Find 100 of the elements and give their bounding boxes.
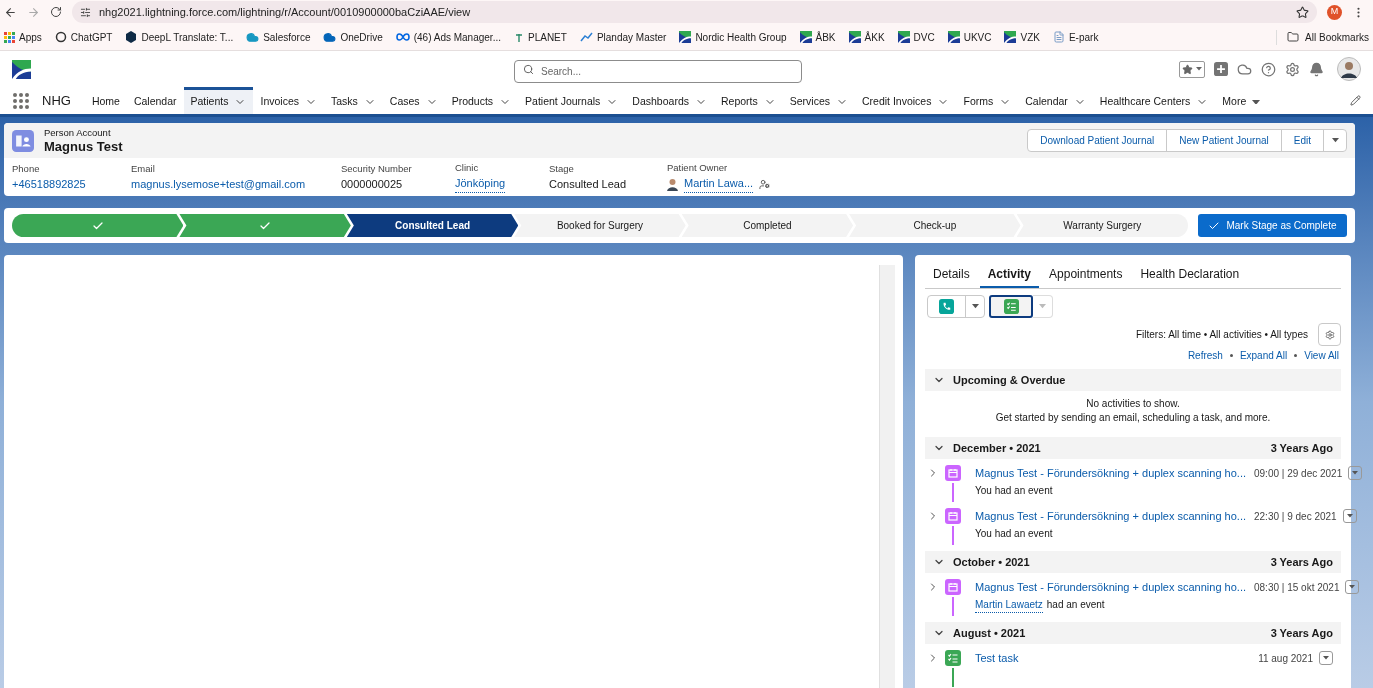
field-link[interactable]: magnus.lysemose+test@gmail.com — [131, 175, 341, 193]
bookmark-link[interactable]: PLANET — [514, 29, 567, 45]
path-stage[interactable]: Completed — [681, 214, 854, 237]
action-button[interactable]: New Patient Journal — [1167, 130, 1282, 151]
star-icon[interactable] — [1296, 5, 1309, 19]
bookmark-link[interactable]: Planday Master — [579, 29, 667, 45]
path-stage[interactable]: Booked for Surgery — [514, 214, 686, 237]
bookmark-link[interactable]: ÅBK — [799, 29, 836, 45]
nav-tab[interactable]: Tasks — [324, 87, 383, 114]
nav-tab[interactable]: Healthcare Centers — [1092, 87, 1216, 114]
section-header[interactable]: October • 2021 3 Years Ago — [925, 551, 1341, 573]
nhg-logo-icon — [1004, 31, 1017, 43]
record-tab[interactable]: Health Declaration — [1132, 265, 1248, 288]
activity-link[interactable]: Refresh — [1187, 348, 1223, 363]
owner-link[interactable]: Martin Lawa... — [684, 175, 754, 193]
empty-message: No activities to show. — [1086, 397, 1180, 411]
cloud-icon — [246, 30, 260, 44]
nav-tab[interactable]: Invoices — [253, 87, 324, 114]
bookmark-link[interactable]: E-park — [1052, 29, 1099, 45]
path-stage[interactable]: Consulted Lead — [346, 214, 519, 237]
section-title: Upcoming & Overdue — [953, 372, 1066, 388]
nav-tab[interactable]: Calendar — [1018, 87, 1093, 114]
change-owner-icon[interactable] — [759, 178, 771, 190]
action-button[interactable]: Edit — [1281, 130, 1324, 151]
bookmark-link[interactable]: DVC — [897, 29, 935, 45]
hexagon-icon — [125, 31, 138, 43]
person-account-icon — [12, 129, 34, 152]
bookmark-link[interactable]: (46) Ads Manager... — [395, 29, 501, 45]
record-tab[interactable]: Appointments — [1041, 265, 1131, 288]
section-header[interactable]: August • 2021 3 Years Ago — [925, 622, 1341, 644]
path-stage[interactable]: Warranty Surgery — [1016, 214, 1188, 237]
bookmark-link[interactable]: Apps — [4, 29, 42, 45]
nhg-logo-icon — [897, 31, 910, 43]
notifications-icon[interactable] — [1309, 61, 1324, 77]
back-icon[interactable] — [4, 5, 17, 19]
path-stage[interactable]: Check-up — [849, 214, 1021, 237]
nav-tab[interactable]: Services — [782, 87, 855, 114]
caret-down-icon — [1252, 99, 1261, 105]
activity-title-link[interactable]: Magnus Test - Förundersökning + duplex scanning ho... — [975, 508, 1246, 525]
edit-nav-icon[interactable] — [1350, 95, 1361, 106]
activity-link[interactable]: View All — [1304, 348, 1339, 363]
reload-icon[interactable] — [50, 6, 62, 18]
activity-subtitle: You had an event — [975, 526, 1053, 541]
path-stage[interactable] — [179, 214, 351, 237]
activity-title-link[interactable]: Test task — [975, 650, 1019, 667]
record-name: Magnus Test — [44, 139, 123, 154]
record-tab[interactable]: Activity — [979, 265, 1040, 288]
user-avatar[interactable] — [1337, 57, 1361, 81]
filters-text: Filters: All time • All activities • All types — [1135, 328, 1308, 342]
bookmark-link[interactable]: UKVC — [947, 29, 992, 45]
section-header[interactable]: December • 2021 3 Years Ago — [925, 437, 1341, 459]
section-header[interactable]: Upcoming & Overdue — [925, 369, 1341, 391]
address-bar[interactable]: nhg2021.lightning.force.com/lightning/r/Account/0010900000baCziAAE/view — [72, 1, 1317, 23]
cloud-icon[interactable] — [1237, 61, 1252, 77]
bookmark-link[interactable]: Nordic Health Group — [679, 29, 787, 45]
activity-title-link[interactable]: Magnus Test - Förundersökning + duplex scanning ho... — [975, 579, 1246, 596]
nav-tab[interactable]: Cases — [382, 87, 445, 114]
bookmark-link[interactable]: ChatGPT — [54, 29, 113, 45]
add-button[interactable] — [1214, 62, 1228, 76]
nav-tab[interactable]: Home — [84, 87, 127, 114]
nhg-logo-icon — [947, 31, 960, 43]
nav-tab[interactable]: Dashboards — [625, 87, 714, 114]
activity-title-link[interactable]: Magnus Test - Förundersökning + duplex scanning ho... — [975, 465, 1246, 482]
caret-down-icon — [1039, 304, 1046, 309]
wave-icon — [579, 31, 593, 43]
favorites-button[interactable] — [1179, 60, 1205, 78]
field-link[interactable]: +46518892825 — [12, 175, 131, 193]
filter-settings-button[interactable] — [1318, 323, 1341, 346]
site-settings-icon[interactable] — [80, 6, 91, 18]
settings-icon[interactable] — [1285, 61, 1300, 77]
row-menu-button[interactable] — [1319, 651, 1333, 666]
new-task-button[interactable] — [989, 295, 1033, 318]
nav-tab[interactable]: Patient Journals — [518, 87, 626, 114]
all-bookmarks-link[interactable]: All Bookmarks — [1287, 29, 1369, 45]
nav-tab[interactable]: Credit Invoices — [855, 87, 957, 114]
nav-tab[interactable]: Reports — [714, 87, 783, 114]
bookmark-link[interactable]: OneDrive — [323, 29, 383, 45]
row-menu-button[interactable] — [1345, 580, 1360, 595]
nav-tab[interactable]: Calendar — [126, 87, 184, 114]
path-stage[interactable] — [12, 214, 184, 237]
bookmark-link[interactable]: VZK — [1004, 29, 1040, 45]
action-button[interactable]: Download Patient Journal — [1028, 130, 1168, 151]
nav-tab[interactable]: Products — [444, 87, 519, 114]
search-field[interactable]: Search... — [514, 59, 802, 83]
bookmark-link[interactable]: DeepL Translate: T... — [125, 29, 234, 45]
profile-avatar[interactable]: M — [1327, 4, 1342, 20]
row-menu-button[interactable] — [1342, 509, 1357, 524]
activity-link[interactable]: Expand All — [1239, 348, 1288, 363]
record-tab[interactable]: Details — [925, 265, 978, 288]
bookmark-link[interactable]: ÅKK — [848, 29, 885, 45]
record-link[interactable]: Jönköping — [455, 175, 506, 193]
mark-stage-complete-button[interactable]: Mark Stage as Complete — [1198, 214, 1347, 237]
nav-tab[interactable]: More — [1215, 87, 1268, 114]
help-icon[interactable] — [1261, 61, 1276, 77]
app-launcher-icon[interactable] — [12, 91, 30, 110]
nav-tab[interactable]: Patients — [183, 87, 254, 114]
nav-tab[interactable]: Forms — [956, 87, 1019, 114]
bookmark-link[interactable]: Salesforce — [246, 29, 311, 45]
person-link[interactable]: Martin Lawaetz — [975, 596, 1043, 613]
row-menu-button[interactable] — [1348, 466, 1363, 481]
